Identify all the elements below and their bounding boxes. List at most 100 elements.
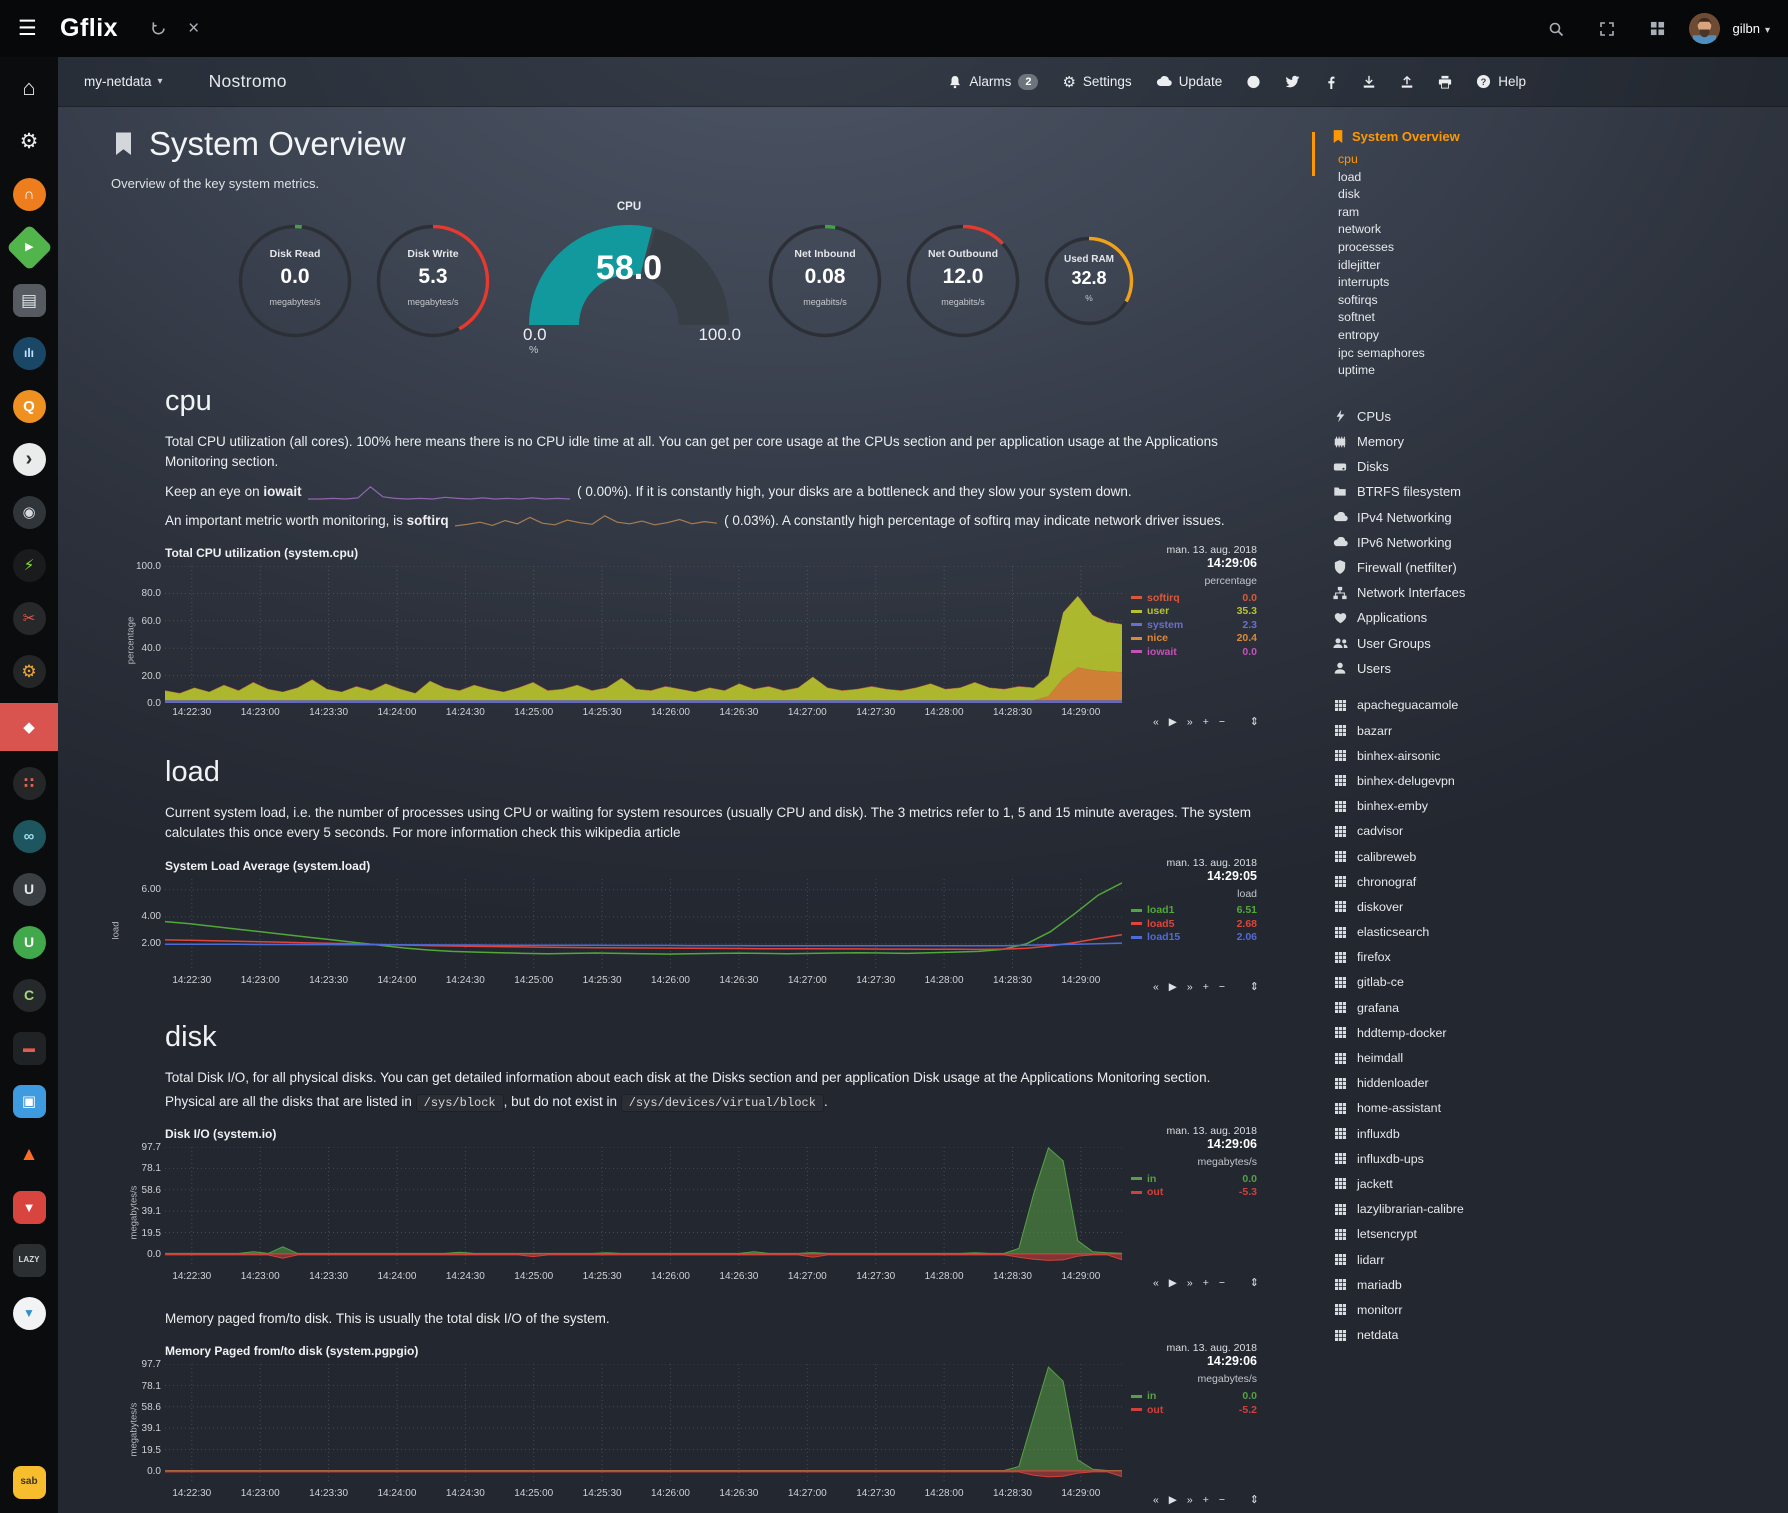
app-deluge-icon[interactable]: ∞ (0, 815, 58, 857)
chart-plot-area[interactable] (165, 1147, 1122, 1267)
menu-sub-disk[interactable]: disk (1338, 186, 1582, 204)
menu-sub-softirqs[interactable]: softirqs (1338, 292, 1582, 310)
menu-user-groups[interactable]: User Groups (1332, 630, 1582, 655)
github-button[interactable] (1246, 74, 1261, 89)
menu-container-mariadb[interactable]: mariadb (1332, 1272, 1582, 1297)
menu-sub-ram[interactable]: ram (1338, 204, 1582, 222)
app-lazylibrarian-icon[interactable]: LAZY (0, 1239, 58, 1281)
zoom-in-button[interactable]: + (1203, 981, 1209, 993)
menu-container-diskover[interactable]: diskover (1332, 894, 1582, 919)
apps-grid-icon[interactable] (1650, 21, 1665, 36)
chart-plot-area[interactable] (165, 879, 1122, 971)
menu-system-overview[interactable]: System Overview (1332, 129, 1582, 144)
print-button[interactable] (1438, 75, 1452, 89)
menu-ipv4-networking[interactable]: IPv4 Networking (1332, 504, 1582, 529)
menu-container-binhex-emby[interactable]: binhex-emby (1332, 794, 1582, 819)
zoom-in-button[interactable]: + (1203, 1494, 1209, 1506)
menu-sub-cpu[interactable]: cpu (1338, 151, 1582, 169)
menu-container-letsencrypt[interactable]: letsencrypt (1332, 1222, 1582, 1247)
facebook-button[interactable] (1324, 75, 1338, 89)
legend-load5[interactable]: load52.68 (1131, 917, 1257, 931)
menu-container-firefox[interactable]: firefox (1332, 945, 1582, 970)
app-plex-icon[interactable]: › (0, 438, 58, 480)
gauge-net-outbound[interactable]: Net Outbound12.0megabits/s (905, 223, 1021, 339)
home-icon[interactable]: ⌂ (0, 67, 58, 109)
zoom-out-button[interactable]: − (1219, 1277, 1225, 1289)
legend-in[interactable]: in0.0 (1131, 1172, 1257, 1186)
menu-container-heimdall[interactable]: heimdall (1332, 1045, 1582, 1070)
fullscreen-icon[interactable] (1599, 21, 1615, 37)
app-unmanic-icon[interactable]: U (0, 868, 58, 910)
menu-container-binhex-delugevpn[interactable]: binhex-delugevpn (1332, 768, 1582, 793)
play-button[interactable]: ▶ (1169, 981, 1177, 993)
app-bazarr-icon[interactable]: ✂ (0, 597, 58, 639)
menu-sub-idlejitter[interactable]: idlejitter (1338, 257, 1582, 275)
chart-system-load[interactable]: System Load Average (system.load)6.004.0… (121, 853, 1261, 995)
app-krusader-icon[interactable]: ∷ (0, 762, 58, 804)
avatar[interactable] (1689, 13, 1720, 44)
chart-plot-area[interactable] (165, 566, 1122, 703)
menu-container-chronograf[interactable]: chronograf (1332, 869, 1582, 894)
pan-left-button[interactable]: « (1153, 1277, 1159, 1289)
chart-resize-handle[interactable]: ⇕ (1250, 1276, 1259, 1289)
app-unraid-icon[interactable]: U (0, 921, 58, 963)
legend-nice[interactable]: nice20.4 (1131, 632, 1257, 646)
zoom-out-button[interactable]: − (1219, 981, 1225, 993)
app-diskover-icon[interactable]: Q (0, 385, 58, 427)
chart-resize-handle[interactable]: ⇕ (1250, 1493, 1259, 1506)
menu-applications[interactable]: Applications (1332, 605, 1582, 630)
legend-in[interactable]: in0.0 (1131, 1389, 1257, 1403)
menu-sub-network[interactable]: network (1338, 221, 1582, 239)
menu-firewall-netfilter-[interactable]: Firewall (netfilter) (1332, 555, 1582, 580)
menu-memory[interactable]: Memory (1332, 429, 1582, 454)
app-heimdall-icon[interactable]: ▣ (0, 1080, 58, 1122)
app-gitlab-icon[interactable]: ▲ (0, 1133, 58, 1175)
chart-system-cpu[interactable]: Total CPU utilization (system.cpu)100.08… (121, 540, 1261, 730)
gauge-cpu[interactable]: CPU58.00.0100.0% (513, 203, 745, 359)
zoom-in-button[interactable]: + (1203, 1277, 1209, 1289)
menu-container-bazarr[interactable]: bazarr (1332, 718, 1582, 743)
menu-sub-load[interactable]: load (1338, 169, 1582, 187)
help-button[interactable]: ? Help (1476, 74, 1526, 89)
pan-left-button[interactable]: « (1153, 981, 1159, 993)
menu-container-gitlab-ce[interactable]: gitlab-ce (1332, 970, 1582, 995)
play-button[interactable]: ▶ (1169, 1277, 1177, 1289)
legend-out[interactable]: out-5.3 (1131, 1186, 1257, 1200)
chart-resize-handle[interactable]: ⇕ (1250, 715, 1259, 728)
hamburger-menu-icon[interactable]: ☰ (18, 16, 54, 41)
alarms-button[interactable]: Alarms 2 (948, 74, 1038, 90)
menu-container-lidarr[interactable]: lidarr (1332, 1247, 1582, 1272)
menu-container-influxdb-ups[interactable]: influxdb-ups (1332, 1146, 1582, 1171)
app-active-monitor-icon[interactable]: ◆ (0, 703, 58, 751)
menu-network-interfaces[interactable]: Network Interfaces (1332, 580, 1582, 605)
app-stacks-icon[interactable]: ▤ (0, 279, 58, 321)
app-radarr-icon[interactable]: C (0, 974, 58, 1016)
menu-sub-interrupts[interactable]: interrupts (1338, 274, 1582, 292)
menu-ipv6-networking[interactable]: IPv6 Networking (1332, 530, 1582, 555)
menu-sub-softnet[interactable]: softnet (1338, 309, 1582, 327)
pan-right-button[interactable]: » (1187, 1494, 1193, 1506)
pan-right-button[interactable]: » (1187, 716, 1193, 728)
legend-load1[interactable]: load16.51 (1131, 904, 1257, 918)
menu-users[interactable]: Users (1332, 656, 1582, 681)
zoom-in-button[interactable]: + (1203, 716, 1209, 728)
menu-sub-uptime[interactable]: uptime (1338, 362, 1582, 380)
menu-container-binhex-airsonic[interactable]: binhex-airsonic (1332, 743, 1582, 768)
menu-sub-entropy[interactable]: entropy (1338, 327, 1582, 345)
settings-button[interactable]: ⚙ Settings (1062, 73, 1131, 91)
gauge-used-ram[interactable]: Used RAM32.8% (1043, 235, 1135, 327)
chart-resize-handle[interactable]: ⇕ (1250, 980, 1259, 993)
legend-user[interactable]: user35.3 (1131, 605, 1257, 619)
menu-sub-ipc-semaphores[interactable]: ipc semaphores (1338, 345, 1582, 363)
menu-sub-processes[interactable]: processes (1338, 239, 1582, 257)
play-button[interactable]: ▶ (1169, 1494, 1177, 1506)
menu-container-cadvisor[interactable]: cadvisor (1332, 819, 1582, 844)
menu-container-grafana[interactable]: grafana (1332, 995, 1582, 1020)
settings-icon[interactable]: ⚙ (0, 120, 58, 162)
app-emby-icon[interactable]: ▶ (0, 226, 58, 268)
chart-system-pgpgio[interactable]: Memory Paged from/to disk (system.pgpgio… (121, 1338, 1261, 1508)
menu-container-jackett[interactable]: jackett (1332, 1171, 1582, 1196)
legend-out[interactable]: out-5.2 (1131, 1403, 1257, 1417)
gauge-disk-write[interactable]: Disk Write5.3megabytes/s (375, 223, 491, 339)
menu-disks[interactable]: Disks (1332, 454, 1582, 479)
